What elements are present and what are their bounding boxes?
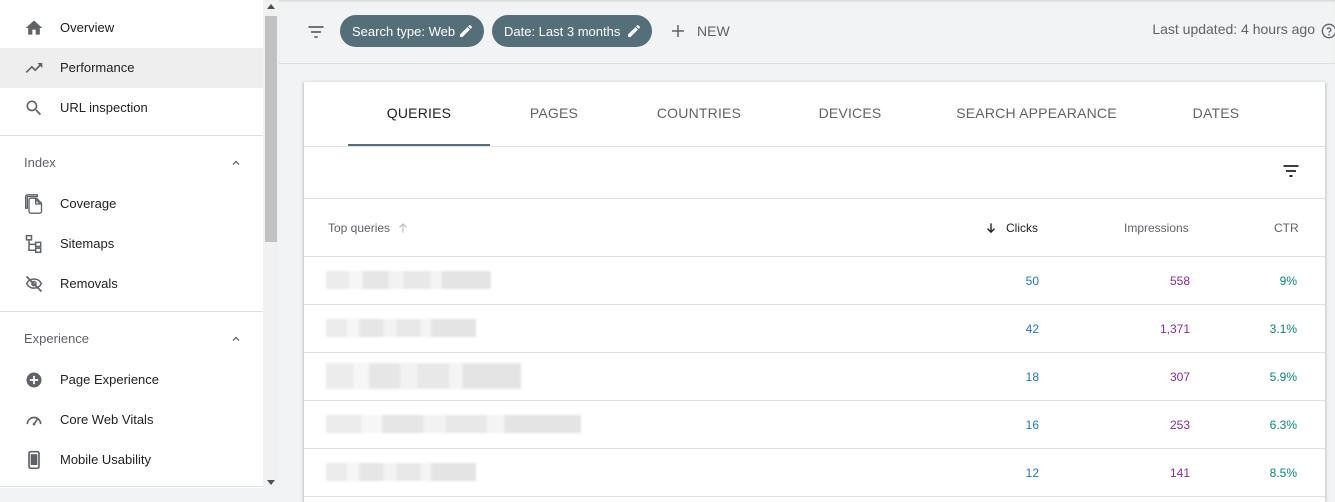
trending-up-icon xyxy=(25,63,43,73)
sidebar-item-label: Overview xyxy=(60,20,115,35)
add-circle-icon xyxy=(26,372,42,388)
ctr-value: 8.5% xyxy=(1269,466,1297,480)
sidebar-item-label: Performance xyxy=(60,60,135,75)
scrollbar-thumb[interactable] xyxy=(265,16,277,242)
table-toolbar xyxy=(304,147,1325,199)
impressions-value: 307 xyxy=(1169,370,1190,384)
sidebar-item-label: Removals xyxy=(60,276,118,291)
phone-icon xyxy=(28,450,40,470)
chevron-up-icon[interactable] xyxy=(229,156,243,170)
sidebar-item-label: URL inspection xyxy=(60,100,148,115)
clicks-value: 18 xyxy=(1025,370,1039,384)
query-redacted xyxy=(326,363,521,389)
query-redacted xyxy=(326,463,476,481)
section-header-index[interactable]: Index xyxy=(0,143,263,183)
sidebar-item-label: Page Experience xyxy=(60,372,160,387)
clicks-value: 12 xyxy=(1025,466,1039,480)
ctr-value: 5.9% xyxy=(1269,370,1297,384)
tab-devices[interactable]: DEVICES xyxy=(794,82,906,146)
column-header-label: Top queries xyxy=(328,221,391,235)
column-header-queries[interactable]: Top queries xyxy=(328,221,410,235)
column-header-label: Clicks xyxy=(1006,221,1038,235)
sidebar-item-page-experience[interactable]: Page Experience xyxy=(0,360,263,400)
table-row[interactable]: 16 253 6.3% xyxy=(304,401,1325,449)
table-row[interactable]: 42 1,371 3.1% xyxy=(304,305,1325,353)
plus-icon xyxy=(672,25,684,37)
table-row[interactable]: 18 307 5.9% xyxy=(304,353,1325,401)
divider xyxy=(0,486,263,487)
section-header-experience[interactable]: Experience xyxy=(0,319,263,359)
sidebar: Overview Performance URL inspection Inde… xyxy=(0,0,263,488)
sidebar-item-mobile-usability[interactable]: Mobile Usability xyxy=(0,440,263,480)
tab-countries[interactable]: COUNTRIES xyxy=(634,82,764,146)
ctr-value: 3.1% xyxy=(1269,322,1297,336)
sidebar-item-overview[interactable]: Overview xyxy=(0,8,263,48)
table-header: Top queries Clicks Impressions CTR xyxy=(304,199,1325,257)
arrow-up-icon xyxy=(399,223,407,233)
sidebar-item-label: Core Web Vitals xyxy=(60,412,154,427)
clicks-value: 50 xyxy=(1025,274,1039,288)
tab-queries[interactable]: QUERIES xyxy=(348,82,490,146)
sidebar-item-url-inspection[interactable]: URL inspection xyxy=(0,88,263,128)
copy-icon xyxy=(25,194,43,214)
tab-dates[interactable]: DATES xyxy=(1166,82,1266,146)
edit-pencil-icon[interactable] xyxy=(458,23,474,39)
sidebar-item-sitemaps[interactable]: Sitemaps xyxy=(0,224,263,264)
filter-list-icon[interactable] xyxy=(306,22,326,42)
new-filter-label: NEW xyxy=(697,23,730,39)
edit-pencil-icon[interactable] xyxy=(626,23,642,39)
search-icon xyxy=(26,100,42,116)
clicks-value: 42 xyxy=(1025,322,1039,336)
chevron-up-icon[interactable] xyxy=(229,332,243,346)
query-redacted xyxy=(326,319,476,337)
impressions-value: 253 xyxy=(1169,418,1190,432)
sidebar-item-core-web-vitals[interactable]: Core Web Vitals xyxy=(0,400,263,440)
report-tabs: QUERIES PAGES COUNTRIES DEVICES SEARCH A… xyxy=(304,82,1325,147)
help-icon[interactable] xyxy=(1321,23,1335,39)
chip-label: Search type: Web xyxy=(352,23,456,39)
tab-search-appearance[interactable]: SEARCH APPEARANCE xyxy=(944,82,1129,146)
column-header-clicks[interactable]: Clicks xyxy=(984,221,1038,235)
ctr-value: 6.3% xyxy=(1269,418,1297,432)
query-redacted xyxy=(326,415,581,433)
divider xyxy=(0,135,263,136)
sidebar-item-label: Sitemaps xyxy=(60,236,115,251)
chip-search-type[interactable]: Search type: Web xyxy=(340,15,484,47)
table-row[interactable]: 50 558 9% xyxy=(304,257,1325,305)
eye-off-icon xyxy=(25,275,43,293)
column-header-ctr[interactable]: CTR xyxy=(1274,221,1299,235)
tab-pages[interactable]: PAGES xyxy=(504,82,604,146)
sidebar-item-label: Coverage xyxy=(60,196,117,211)
impressions-value: 1,371 xyxy=(1159,322,1190,336)
sidebar-item-label: Mobile Usability xyxy=(60,452,152,467)
ctr-value: 9% xyxy=(1279,274,1297,288)
section-title: Index xyxy=(24,155,56,170)
sidebar-item-coverage[interactable]: Coverage xyxy=(0,184,263,224)
impressions-value: 558 xyxy=(1169,274,1190,288)
new-filter-button[interactable]: NEW xyxy=(669,18,730,44)
query-redacted xyxy=(326,271,491,289)
clicks-value: 16 xyxy=(1025,418,1039,432)
section-title: Experience xyxy=(24,331,90,346)
sitemap-icon xyxy=(25,234,42,254)
arrow-down-icon xyxy=(987,223,995,234)
home-icon xyxy=(25,20,43,35)
last-updated-text: Last updated: 4 hours ago xyxy=(1152,21,1315,37)
table-filter-icon[interactable] xyxy=(1281,161,1301,181)
scroll-up-arrow-icon[interactable] xyxy=(267,4,275,9)
chip-label: Date: Last 3 months xyxy=(504,23,621,39)
sidebar-item-removals[interactable]: Removals xyxy=(0,264,263,304)
speed-icon xyxy=(26,416,42,426)
sidebar-item-performance[interactable]: Performance xyxy=(0,48,263,88)
scroll-down-arrow-icon[interactable] xyxy=(267,480,275,485)
table-row[interactable]: 12 141 8.5% xyxy=(304,449,1325,497)
sidebar-scrollbar[interactable] xyxy=(263,0,279,488)
performance-card: QUERIES PAGES COUNTRIES DEVICES SEARCH A… xyxy=(304,82,1325,502)
divider xyxy=(0,311,263,312)
chip-date[interactable]: Date: Last 3 months xyxy=(492,15,652,47)
column-header-impressions[interactable]: Impressions xyxy=(1124,221,1189,235)
impressions-value: 141 xyxy=(1169,466,1190,480)
filter-bar: Search type: Web Date: Last 3 months NEW… xyxy=(279,0,1335,64)
